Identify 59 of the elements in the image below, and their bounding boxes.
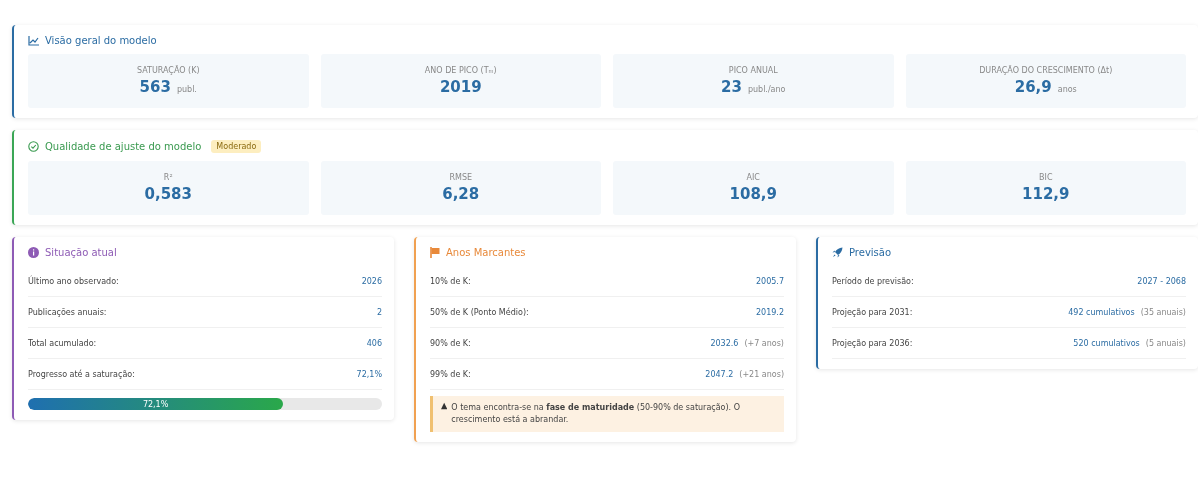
metric-label: BIC xyxy=(1039,173,1053,182)
row-label: 99% de K: xyxy=(430,369,471,379)
row-value: 2032.6 xyxy=(710,338,739,348)
row-label: 50% de K (Ponto Médio): xyxy=(430,307,529,317)
flag-icon xyxy=(430,247,440,258)
warning-icon xyxy=(441,402,448,410)
row-value: 2005.7 xyxy=(756,276,784,286)
row-value: 2047.2 xyxy=(705,369,734,379)
row-value: 2027 - 2068 xyxy=(1137,276,1186,286)
warning-text: O tema encontra-se na fase de maturidade (50-90% de saturação). O crescimento está a abrandar. xyxy=(451,402,741,426)
row-label: Último ano observado: xyxy=(28,276,119,286)
panel-title: Situação atual xyxy=(45,247,117,258)
row-value: 2 xyxy=(376,307,382,317)
line-chart-icon xyxy=(28,35,39,46)
metric-unit: publ. xyxy=(176,85,197,94)
metric-label: AIC xyxy=(746,173,760,182)
info-icon xyxy=(28,247,39,258)
panel-title: Anos Marcantes xyxy=(446,247,526,258)
panel-title: Qualidade de ajuste do modelo xyxy=(45,141,202,152)
metric-unit: anos xyxy=(1057,85,1077,94)
rocket-icon xyxy=(832,247,843,258)
row-value: 492 cumulativos xyxy=(1068,307,1135,317)
metric-value: 112,9 xyxy=(1022,185,1070,203)
metric-value: 108,9 xyxy=(729,185,777,203)
row-value: 2026 xyxy=(361,276,382,286)
row-label: Progresso até a saturação: xyxy=(28,369,135,379)
metric-value: 2019 xyxy=(439,78,482,96)
metric-value: 6,28 xyxy=(442,185,480,203)
metric-label: SATURAÇÃO (K) xyxy=(136,66,200,75)
row-label: 10% de K: xyxy=(430,276,471,286)
row-note: (+21 anos) xyxy=(739,369,784,379)
row-note: (5 anuais) xyxy=(1145,338,1186,348)
metric-label: RMSE xyxy=(449,173,473,182)
metric-value: 26,9 xyxy=(1014,78,1052,96)
quality-badge: Moderado xyxy=(211,140,262,153)
row-note: (35 anuais) xyxy=(1140,307,1186,317)
metric-label: PICO ANUAL xyxy=(728,66,778,75)
metric-label: ANO DE PICO (Tₘ) xyxy=(424,66,497,75)
row-label: Projeção para 2031: xyxy=(832,307,913,317)
progress-text: 72,1% xyxy=(142,399,169,409)
metric-label: DURAÇÃO DO CRESCIMENTO (Δt) xyxy=(979,66,1113,75)
row-note: (+7 anos) xyxy=(744,338,784,348)
row-value: 406 xyxy=(366,338,382,348)
row-label: 90% de K: xyxy=(430,338,471,348)
metric-unit: publ./ano xyxy=(747,85,786,94)
check-circle-icon xyxy=(28,141,39,152)
metric-label: R² xyxy=(163,173,173,182)
row-label: Total acumulado: xyxy=(28,338,97,348)
row-value: 72,1% xyxy=(356,369,382,379)
metric-value: 23 xyxy=(721,78,742,96)
row-value: 2019.2 xyxy=(756,307,784,317)
row-label: Publicações anuais: xyxy=(28,307,107,317)
row-label: Período de previsão: xyxy=(832,276,914,286)
metric-value: 0,583 xyxy=(144,185,192,203)
panel-title: Visão geral do modelo xyxy=(45,35,157,46)
row-label: Projeção para 2036: xyxy=(832,338,913,348)
metric-value: 563 xyxy=(139,78,171,96)
panel-title: Previsão xyxy=(849,247,892,258)
row-value: 520 cumulativos xyxy=(1073,338,1140,348)
